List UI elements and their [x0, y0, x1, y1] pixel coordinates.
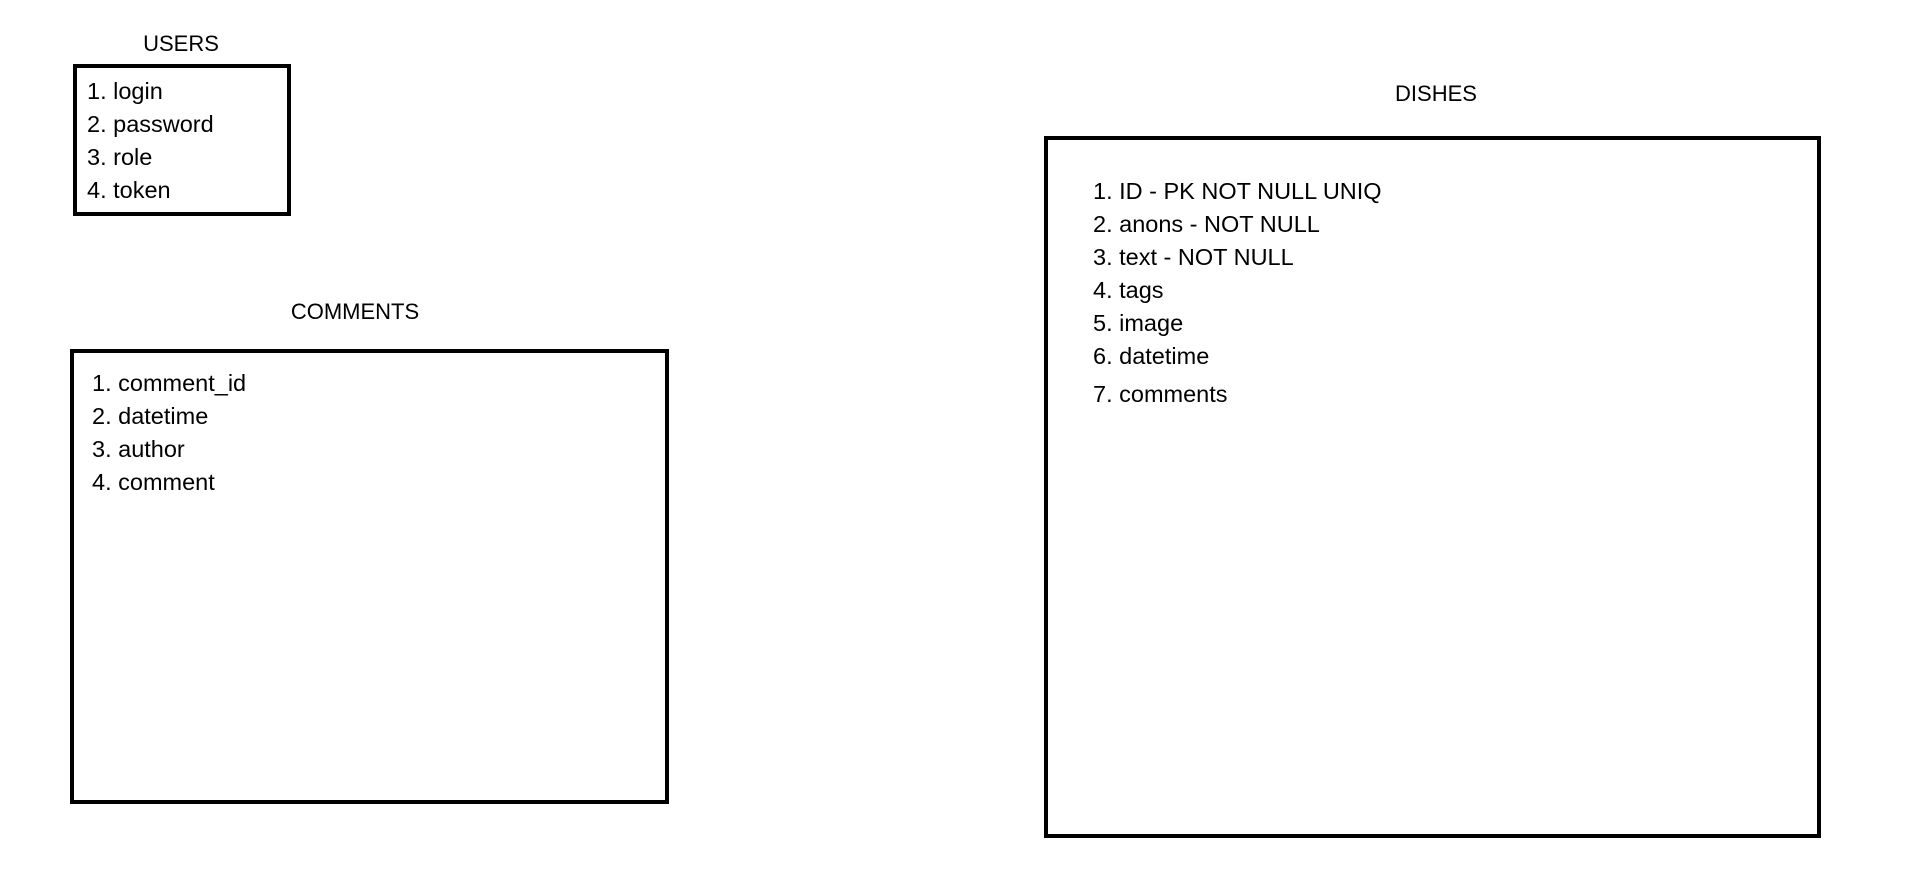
comments-field: 3. author [92, 436, 185, 462]
dishes-field: 6. datetime [1093, 343, 1210, 369]
users-field: 3. role [87, 144, 153, 170]
dishes-field: 1. ID - PK NOT NULL UNIQ [1093, 178, 1382, 204]
users-field: 2. password [87, 111, 214, 137]
users-field: 1. login [87, 78, 163, 104]
dishes-table-box [1044, 136, 1821, 838]
users-field: 4. token [87, 177, 171, 203]
dishes-field: 2. anons - NOT NULL [1093, 211, 1320, 237]
dishes-field: 7. comments [1093, 381, 1228, 407]
comments-field: 2. datetime [92, 403, 209, 429]
dishes-field: 5. image [1093, 310, 1184, 336]
comments-field: 4. comment [92, 469, 215, 495]
comments-field: 1. comment_id [92, 370, 247, 396]
dishes-table-title: DISHES [1395, 81, 1477, 106]
users-table-title: USERS [143, 31, 219, 56]
dishes-field: 4. tags [1093, 277, 1164, 303]
comments-table-title: COMMENTS [290, 299, 420, 324]
dishes-field: 3. text - NOT NULL [1093, 244, 1294, 270]
